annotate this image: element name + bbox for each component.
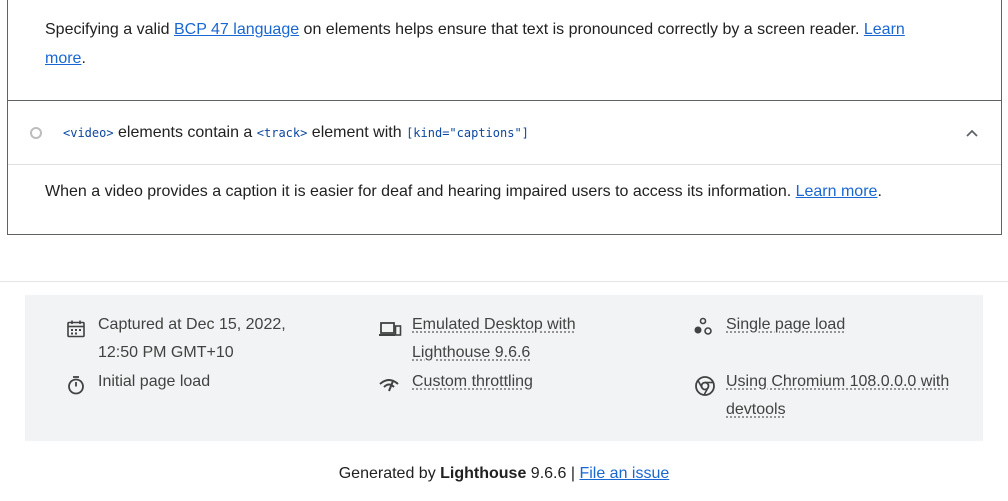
lang-audit-details: Specifying a valid BCP 47 language on el… [7,0,1002,101]
description-text: When a video provides a caption it is ea… [45,183,796,200]
lighthouse-brand: Lighthouse [440,465,527,482]
emulated-line1: Emulated Desktop with [412,316,576,333]
audit-title[interactable]: <video> elements contain a <track> eleme… [63,123,529,143]
single-page-load: Single page load [726,311,845,339]
captured-at: Captured at Dec 15, 2022, 12:50 PM GMT+1… [98,311,286,367]
calendar-icon [67,320,85,338]
devices-icon [379,322,402,336]
learn-more-part1: Learn [863,21,905,38]
generated-prefix: Generated by [338,465,441,482]
emulated-desktop: Emulated Desktop with Lighthouse 9.6.6 [412,311,576,367]
code-kind-captions: [kind="captions"] [406,126,529,140]
using-chromium: Using Chromium 108.0.0.0 with devtools [726,368,949,424]
chromium-line1: Using Chromium 108.0.0.0 with [726,373,950,390]
runtime-settings: Captured at Dec 15, 2022, 12:50 PM GMT+1… [25,295,983,441]
video-captions-audit: <video> elements contain a <track> eleme… [7,100,1002,235]
emulated-line2: Lighthouse 9.6.6 [412,344,531,361]
period: . [877,183,882,200]
throttling-icon [379,379,399,392]
generated-version: 9.6.6 | [526,465,580,482]
learn-more-link[interactable]: Learn more [796,183,878,200]
period: . [81,50,86,67]
learn-more-part2: more [45,50,82,67]
generated-by: Generated by Lighthouse 9.6.6 | File an … [0,462,1008,486]
divider [0,281,1008,282]
captured-line1: Captured at Dec 15, 2022, [98,316,286,333]
desc-text: Specifying a valid [45,21,174,38]
custom-throttling: Custom throttling [412,368,533,396]
chromium-line2: devtools [726,401,786,418]
status-circle-icon [30,127,42,139]
single-load-icon [694,317,712,335]
file-an-issue-link[interactable]: File an issue [579,465,669,482]
code-video: <video> [63,126,114,140]
code-track: <track> [256,126,308,140]
title-text: elements contain a [113,124,257,141]
throttling-text: Custom throttling [412,373,533,390]
stopwatch-icon [68,376,84,395]
lang-audit-description: Specifying a valid BCP 47 language on el… [45,15,1001,73]
title-text: element with [307,124,407,141]
chevron-up-icon[interactable] [965,128,979,138]
bcp47-link[interactable]: BCP 47 language [174,21,299,38]
desc-text: on elements helps ensure that text is pr… [299,21,864,38]
audit-header[interactable]: <video> elements contain a <track> eleme… [8,101,1001,165]
captured-line2: 12:50 PM GMT+10 [98,344,234,361]
single-load-text: Single page load [726,316,846,333]
initial-page-load: Initial page load [98,373,211,390]
audit-description: When a video provides a caption it is ea… [8,165,1001,204]
chromium-icon [695,376,715,396]
